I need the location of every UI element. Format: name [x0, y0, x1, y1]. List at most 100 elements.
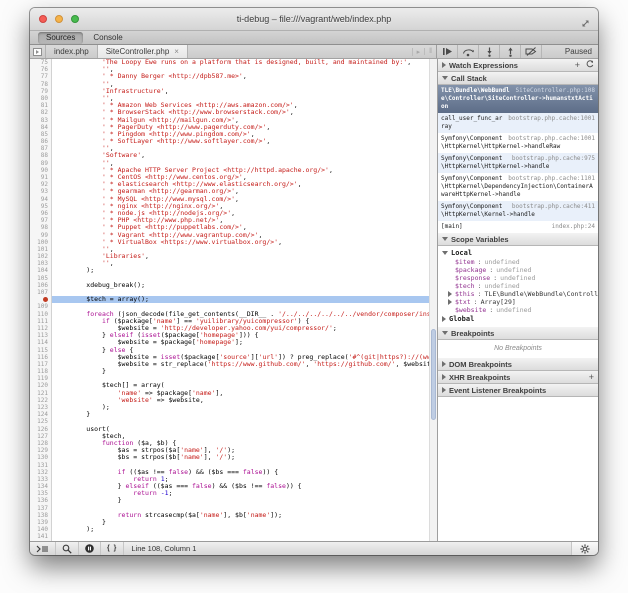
line-number[interactable]: 84 — [30, 124, 51, 131]
line-number[interactable]: 85 — [30, 131, 51, 138]
line-number[interactable]: 83 — [30, 117, 51, 124]
line-number[interactable]: 135 — [30, 490, 51, 497]
line-number[interactable]: 94 — [30, 196, 51, 203]
line-number[interactable] — [30, 296, 51, 303]
close-window-icon[interactable] — [39, 15, 47, 23]
breakpoint-icon[interactable] — [43, 297, 48, 302]
call-stack-frame[interactable]: bootstrap.php.cache:1001call_user_func_a… — [438, 113, 598, 133]
line-number[interactable]: 129 — [30, 447, 51, 454]
line-number[interactable]: 117 — [30, 361, 51, 368]
refresh-icon[interactable] — [586, 60, 594, 70]
line-number[interactable]: 101 — [30, 246, 51, 253]
line-number[interactable]: 130 — [30, 454, 51, 461]
step-over-icon[interactable] — [458, 45, 479, 58]
line-number[interactable]: 125 — [30, 418, 51, 425]
line-number[interactable]: 78 — [30, 81, 51, 88]
line-number-gutter[interactable]: 7576777879808182838485868788899091929394… — [30, 59, 52, 541]
line-number[interactable]: 119 — [30, 375, 51, 382]
line-number[interactable]: 96 — [30, 210, 51, 217]
line-number[interactable]: 128 — [30, 440, 51, 447]
line-number[interactable]: 92 — [30, 181, 51, 188]
pretty-print-icon[interactable]: { } — [101, 542, 124, 555]
line-number[interactable]: 132 — [30, 469, 51, 476]
scope-variable[interactable]: $package:undefined — [438, 266, 598, 274]
line-number[interactable]: 99 — [30, 232, 51, 239]
line-number[interactable]: 81 — [30, 102, 51, 109]
section-scope-variables[interactable]: Scope Variables — [438, 233, 598, 246]
fullscreen-icon[interactable] — [581, 15, 590, 33]
line-number[interactable]: 91 — [30, 174, 51, 181]
line-number[interactable]: 139 — [30, 519, 51, 526]
section-call-stack[interactable]: Call Stack — [438, 72, 598, 85]
editor-scrollbar[interactable] — [429, 59, 437, 541]
line-number[interactable]: 98 — [30, 224, 51, 231]
resume-icon[interactable] — [437, 45, 458, 58]
line-number[interactable]: 97 — [30, 217, 51, 224]
call-stack-frame[interactable]: bootstrap.php.cache:1001Symfony\Componen… — [438, 133, 598, 153]
line-number[interactable]: 133 — [30, 476, 51, 483]
section-event-listener-breakpoints[interactable]: Event Listener Breakpoints — [438, 384, 598, 397]
line-number[interactable]: 111 — [30, 318, 51, 325]
line-number[interactable]: 76 — [30, 66, 51, 73]
line-number[interactable]: 131 — [30, 462, 51, 469]
search-icon[interactable] — [56, 542, 79, 555]
line-number[interactable]: 86 — [30, 138, 51, 145]
zoom-window-icon[interactable] — [71, 15, 79, 23]
sidebar-toggle-icon[interactable] — [30, 45, 46, 58]
line-number[interactable]: 90 — [30, 167, 51, 174]
call-stack-frame[interactable]: bootstrap.php.cache:975Symfony\Component… — [438, 153, 598, 173]
line-number[interactable]: 109 — [30, 303, 51, 310]
chevron-right-icon[interactable] — [448, 291, 452, 297]
section-dom-breakpoints[interactable]: DOM Breakpoints — [438, 358, 598, 371]
line-number[interactable]: 110 — [30, 311, 51, 318]
scope-global-row[interactable]: Global — [438, 314, 598, 324]
section-breakpoints[interactable]: Breakpoints — [438, 327, 598, 340]
close-tab-icon[interactable]: × — [174, 47, 179, 56]
line-number[interactable]: 88 — [30, 152, 51, 159]
line-number[interactable]: 126 — [30, 426, 51, 433]
scope-variable[interactable]: $this:TLE\Bundle\WebBundle\Controller\ — [438, 290, 598, 298]
line-number[interactable]: 82 — [30, 109, 51, 116]
line-number[interactable]: 137 — [30, 505, 51, 512]
line-number[interactable]: 120 — [30, 382, 51, 389]
scrollbar-thumb[interactable] — [431, 329, 436, 421]
scope-variable[interactable]: $response:undefined — [438, 274, 598, 282]
file-tab-sitecontroller-php[interactable]: SiteController.php × — [98, 45, 188, 58]
scope-local-row[interactable]: Local — [438, 248, 598, 258]
step-into-icon[interactable] — [479, 45, 500, 58]
line-number[interactable]: 77 — [30, 73, 51, 80]
add-xhr-breakpoint-icon[interactable]: + — [589, 373, 594, 381]
line-number[interactable]: 93 — [30, 188, 51, 195]
step-out-icon[interactable] — [500, 45, 521, 58]
line-number[interactable]: 118 — [30, 368, 51, 375]
line-number[interactable]: 100 — [30, 239, 51, 246]
tab-overflow-list-icon[interactable]: ‖ — [424, 48, 436, 55]
line-number[interactable]: 89 — [30, 160, 51, 167]
call-stack-frame[interactable]: SiteController.php:108TLE\Bundle\WebBund… — [438, 85, 598, 113]
section-watch-expressions[interactable]: Watch Expressions + — [438, 59, 598, 72]
scope-variable[interactable]: $txt:Array[29] — [438, 298, 598, 306]
line-number[interactable]: 103 — [30, 260, 51, 267]
line-number[interactable]: 112 — [30, 325, 51, 332]
tab-overflow-next-icon[interactable]: ▸ — [412, 48, 425, 56]
line-number[interactable]: 123 — [30, 404, 51, 411]
toggle-breakpoints-icon[interactable] — [521, 45, 542, 58]
line-number[interactable]: 107 — [30, 289, 51, 296]
line-number[interactable]: 114 — [30, 339, 51, 346]
line-number[interactable]: 106 — [30, 282, 51, 289]
scope-variable[interactable]: $item:undefined — [438, 258, 598, 266]
breakpoints-active-icon[interactable] — [79, 542, 101, 555]
call-stack-frame[interactable]: index.php:24[main] — [438, 221, 598, 233]
line-number[interactable]: 140 — [30, 526, 51, 533]
line-number[interactable]: 138 — [30, 512, 51, 519]
line-number[interactable]: 105 — [30, 275, 51, 282]
line-number[interactable]: 115 — [30, 347, 51, 354]
line-number[interactable]: 80 — [30, 95, 51, 102]
settings-gear-icon[interactable] — [571, 542, 598, 555]
line-number[interactable]: 122 — [30, 397, 51, 404]
scope-variable[interactable]: $website:undefined — [438, 306, 598, 314]
line-number[interactable]: 127 — [30, 433, 51, 440]
line-number[interactable]: 104 — [30, 267, 51, 274]
line-number[interactable]: 124 — [30, 411, 51, 418]
line-number[interactable]: 136 — [30, 497, 51, 504]
